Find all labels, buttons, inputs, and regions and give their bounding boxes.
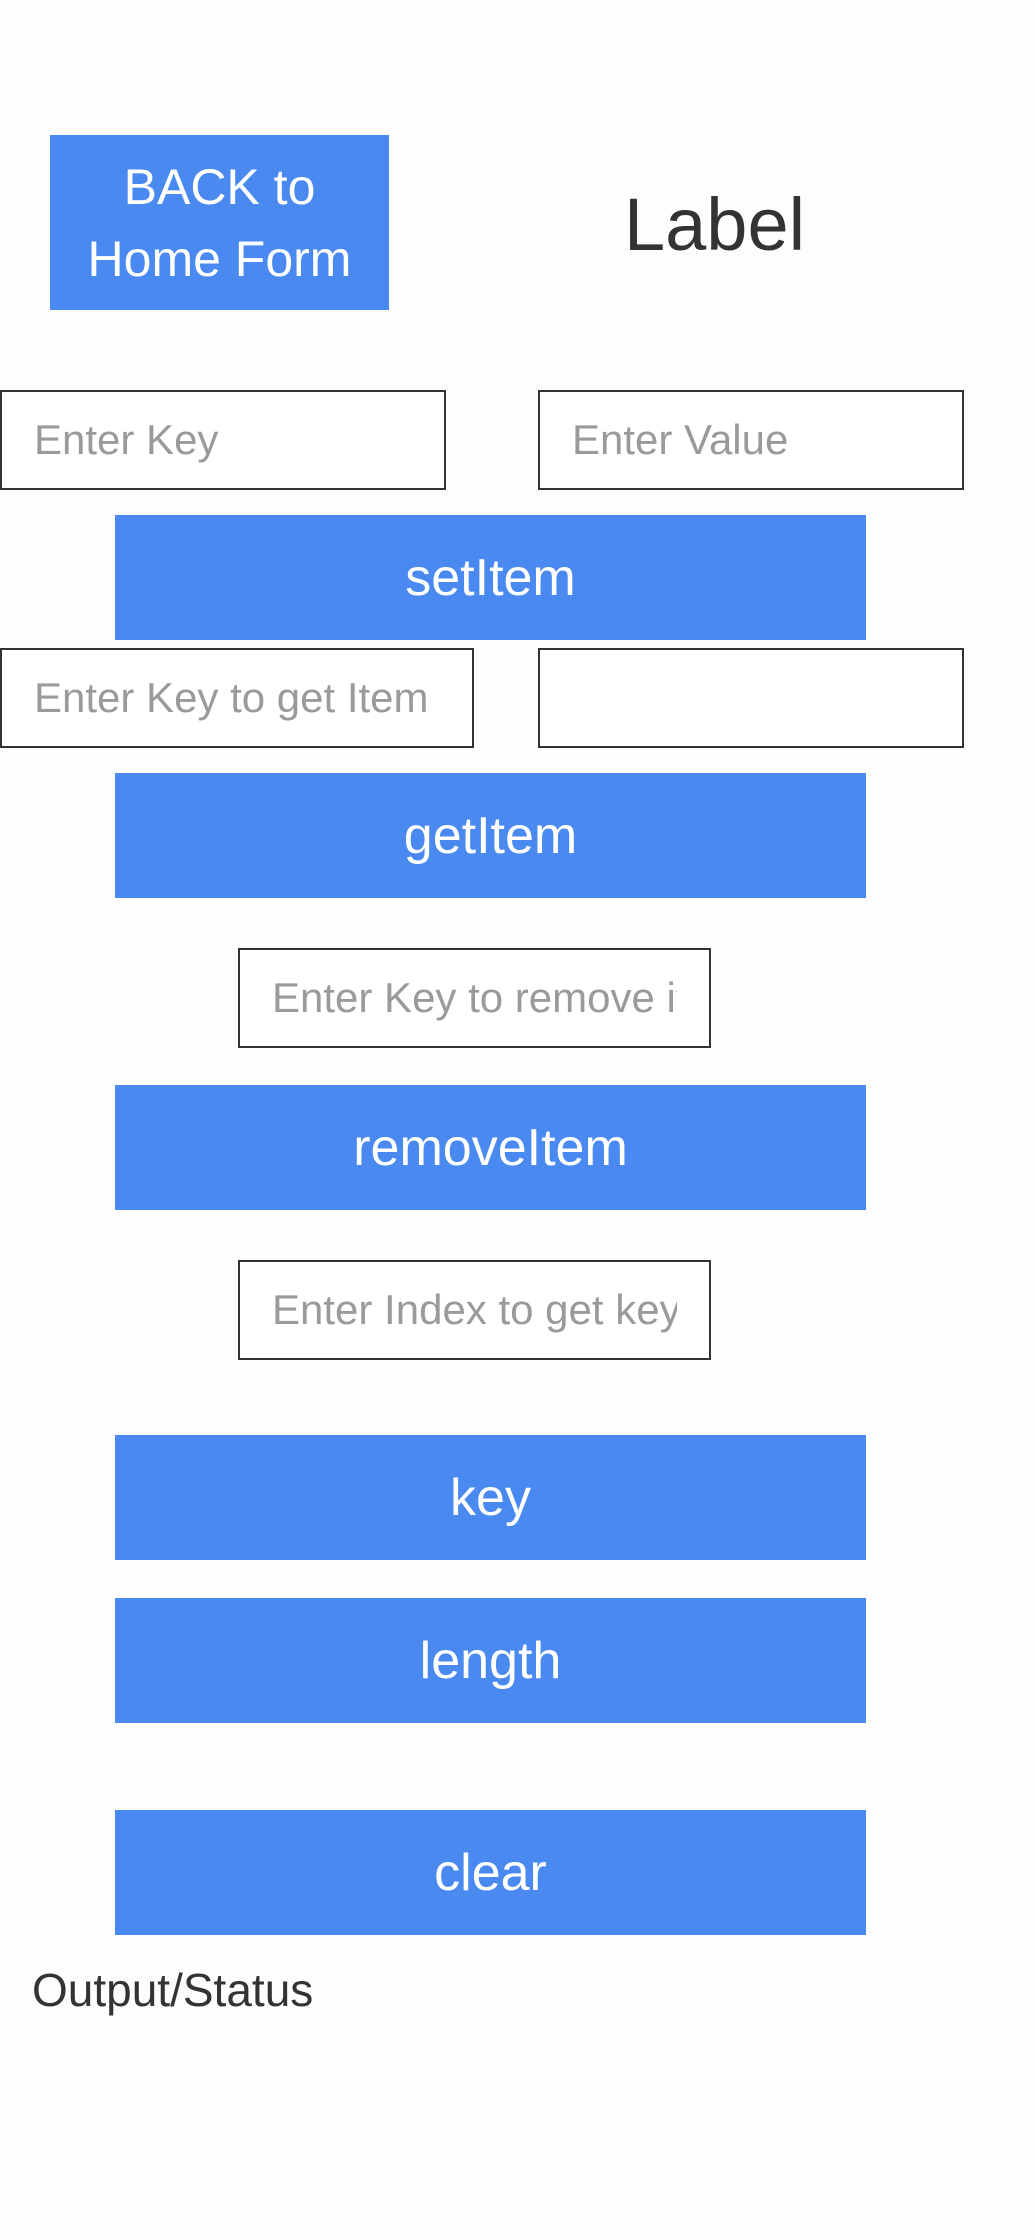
get-key-input[interactable] [0, 648, 474, 748]
title-label: Label [624, 183, 806, 266]
remove-key-input[interactable] [238, 948, 711, 1048]
remove-item-button[interactable]: removeItem [115, 1085, 866, 1210]
set-key-input[interactable] [0, 390, 446, 490]
set-value-input[interactable] [538, 390, 964, 490]
back-to-home-button[interactable]: BACK to Home Form [50, 135, 389, 310]
get-result-field[interactable] [538, 648, 964, 748]
length-button[interactable]: length [115, 1598, 866, 1723]
get-item-button[interactable]: getItem [115, 773, 866, 898]
clear-button[interactable]: clear [115, 1810, 866, 1935]
output-status-text: Output/Status [32, 1964, 314, 2016]
key-index-input[interactable] [238, 1260, 711, 1360]
key-button[interactable]: key [115, 1435, 866, 1560]
set-item-button[interactable]: setItem [115, 515, 866, 640]
